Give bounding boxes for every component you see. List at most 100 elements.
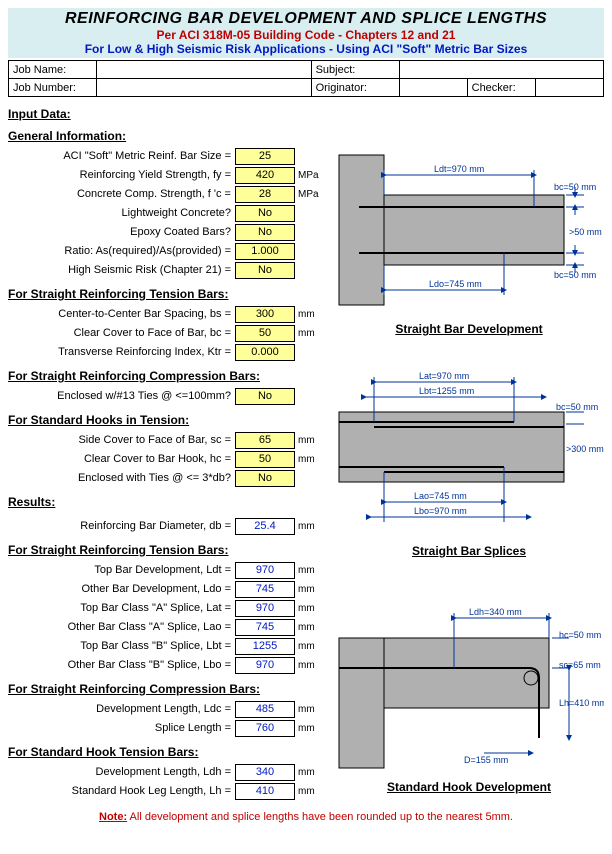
encl13-input[interactable]: No [235, 388, 295, 405]
standard-hook-diagram: Ldh=340 mm hc=50 mm sc=65 mm Lh=410 mm D… [334, 598, 604, 773]
db-label: Reinforcing Bar Diameter, db = [8, 520, 235, 532]
encl13-label: Enclosed w/#13 Ties @ <=100mm? [8, 390, 235, 402]
bc-input[interactable]: 50 [235, 325, 295, 342]
lat-label: Top Bar Class "A" Splice, Lat = [8, 602, 235, 614]
hc-unit: mm [295, 454, 328, 465]
hc-label: Clear Cover to Bar Hook, hc = [8, 453, 235, 465]
tension-bars2-header: For Straight Reinforcing Tension Bars: [8, 543, 328, 557]
d3-lh: Lh=410 mm [559, 698, 604, 708]
ratio-input[interactable]: 1.000 [235, 243, 295, 260]
ldc-output: 485 [235, 701, 295, 718]
lbo-label: Other Bar Class "B" Splice, Lbo = [8, 659, 235, 671]
splice-output: 760 [235, 720, 295, 737]
note-label: Note: [99, 811, 127, 823]
ldo-label: Other Bar Development, Ldo = [8, 583, 235, 595]
job-number-label: Job Number: [9, 79, 97, 97]
splice-label: Splice Length = [8, 722, 235, 734]
comp-bars-header: For Straight Reinforcing Compression Bar… [8, 369, 328, 383]
fc-unit: MPa [295, 189, 328, 200]
epoxy-input[interactable]: No [235, 224, 295, 241]
fy-input[interactable]: 420 [235, 167, 295, 184]
hc-input[interactable]: 50 [235, 451, 295, 468]
d2-lat: Lat=970 mm [419, 371, 469, 381]
splice-unit: mm [295, 723, 328, 734]
note-text: All development and splice lengths have … [127, 811, 513, 823]
sc-unit: mm [295, 435, 328, 446]
lbt-unit: mm [295, 641, 328, 652]
lbo-output: 970 [235, 657, 295, 674]
job-name-field[interactable] [97, 61, 311, 79]
d2-lbt: Lbt=1255 mm [419, 386, 474, 396]
lh-unit: mm [295, 786, 328, 797]
input-data-header: Input Data: [8, 107, 604, 121]
results-header: Results: [8, 495, 328, 509]
db-unit: mm [295, 521, 328, 532]
ratio-label: Ratio: As(required)/As(provided) = [8, 245, 235, 257]
job-number-field[interactable] [97, 79, 311, 97]
bs-input[interactable]: 300 [235, 306, 295, 323]
db-output: 25.4 [235, 518, 295, 535]
general-info-header: General Information: [8, 129, 328, 143]
d2-lbo: Lbo=970 mm [414, 506, 467, 516]
lbo-unit: mm [295, 660, 328, 671]
d1-bc-bot: bc=50 mm [554, 270, 596, 280]
seismic-input[interactable]: No [235, 262, 295, 279]
lh-output: 410 [235, 783, 295, 800]
ldo-output: 745 [235, 581, 295, 598]
ktr-input[interactable]: 0.000 [235, 344, 295, 361]
lw-label: Lightweight Concrete? [8, 207, 235, 219]
lao-unit: mm [295, 622, 328, 633]
title-sub1: Per ACI 318M-05 Building Code - Chapters… [8, 28, 604, 42]
d1-bc-top: bc=50 mm [554, 182, 596, 192]
lao-output: 745 [235, 619, 295, 636]
ldh-output: 340 [235, 764, 295, 781]
bar-size-input[interactable]: 25 [235, 148, 295, 165]
d1-gt50: >50 mm [569, 227, 602, 237]
sc-input[interactable]: 65 [235, 432, 295, 449]
d2-caption: Straight Bar Splices [334, 544, 604, 558]
title-main: REINFORCING BAR DEVELOPMENT AND SPLICE L… [8, 10, 604, 28]
ktr-label: Transverse Reinforcing Index, Ktr = [8, 346, 235, 358]
originator-label: Originator: [311, 79, 399, 97]
encl3db-input[interactable]: No [235, 470, 295, 487]
bar-size-label: ACI "Soft" Metric Reinf. Bar Size = [8, 150, 235, 162]
document-header: REINFORCING BAR DEVELOPMENT AND SPLICE L… [8, 8, 604, 58]
ldc-label: Development Length, Ldc = [8, 703, 235, 715]
straight-bar-development-diagram: Ldt=970 mm bc=50 mm >50 mm bc=50 mm Ldo=… [334, 145, 604, 315]
ldh-label: Development Length, Ldh = [8, 766, 235, 778]
d2-lao: Lao=745 mm [414, 491, 467, 501]
subject-field[interactable] [399, 61, 603, 79]
originator-field[interactable] [399, 79, 467, 97]
sc-label: Side Cover to Face of Bar, sc = [8, 434, 235, 446]
footer-note: Note: All development and splice lengths… [8, 811, 604, 823]
ldo-unit: mm [295, 584, 328, 595]
d1-ldo: Ldo=745 mm [429, 279, 482, 289]
checker-field[interactable] [536, 79, 604, 97]
tension-bars-header: For Straight Reinforcing Tension Bars: [8, 287, 328, 301]
title-sub2: For Low & High Seismic Risk Applications… [8, 42, 604, 56]
fy-unit: MPa [295, 170, 328, 181]
bs-label: Center-to-Center Bar Spacing, bs = [8, 308, 235, 320]
epoxy-label: Epoxy Coated Bars? [8, 226, 235, 238]
fy-label: Reinforcing Yield Strength, fy = [8, 169, 235, 181]
d3-caption: Standard Hook Development [334, 780, 604, 794]
lat-unit: mm [295, 603, 328, 614]
right-column: Ldt=970 mm bc=50 mm >50 mm bc=50 mm Ldo=… [334, 125, 604, 801]
hooks-header: For Standard Hooks in Tension: [8, 413, 328, 427]
d2-gt300: >300 mm [566, 444, 604, 454]
lw-input[interactable]: No [235, 205, 295, 222]
job-info-table: Job Name: Subject: Job Number: Originato… [8, 60, 604, 97]
hook-bars-header: For Standard Hook Tension Bars: [8, 745, 328, 759]
left-column: General Information: ACI "Soft" Metric R… [8, 125, 328, 801]
fc-input[interactable]: 28 [235, 186, 295, 203]
ldt-label: Top Bar Development, Ldt = [8, 564, 235, 576]
subject-label: Subject: [311, 61, 399, 79]
bc-unit: mm [295, 328, 328, 339]
seismic-label: High Seismic Risk (Chapter 21) = [8, 264, 235, 276]
d3-d: D=155 mm [464, 755, 508, 765]
encl3db-label: Enclosed with Ties @ <= 3*db? [8, 472, 235, 484]
lh-label: Standard Hook Leg Length, Lh = [8, 785, 235, 797]
lao-label: Other Bar Class "A" Splice, Lao = [8, 621, 235, 633]
d3-ldh: Ldh=340 mm [469, 607, 522, 617]
bs-unit: mm [295, 309, 328, 320]
